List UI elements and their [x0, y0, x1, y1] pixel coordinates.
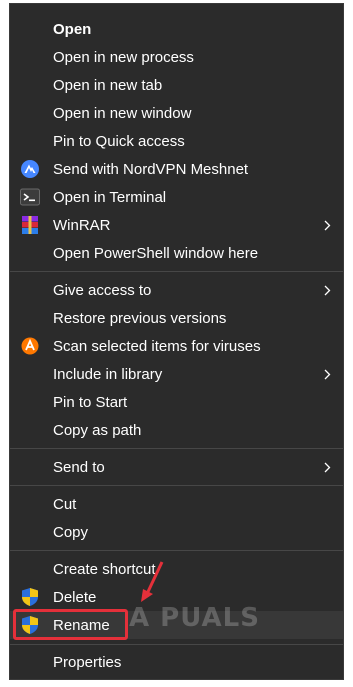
menu-item-pin-start[interactable]: Pin to Start — [10, 388, 343, 416]
menu-item-label: Restore previous versions — [53, 309, 227, 327]
menu-item-send-to[interactable]: Send to — [10, 453, 343, 481]
uac-shield-icon — [20, 587, 40, 607]
menu-item-label: Open in new process — [53, 48, 194, 66]
menu-item-open-powershell[interactable]: Open PowerShell window here — [10, 239, 343, 267]
menu-item-label: Pin to Quick access — [53, 132, 185, 150]
menu-item-label: Cut — [53, 495, 77, 513]
menu-item-label: Properties — [53, 653, 122, 671]
chevron-right-icon — [322, 368, 332, 380]
menu-item-open-new-tab[interactable]: Open in new tab — [10, 71, 343, 99]
menu-item-create-shortcut[interactable]: Create shortcut — [10, 555, 343, 583]
menu-item-label: Copy as path — [53, 421, 142, 439]
terminal-icon — [20, 187, 40, 207]
menu-item-winrar[interactable]: WinRAR — [10, 211, 343, 239]
rename-highlight-box — [13, 609, 128, 640]
menu-item-label: Copy — [53, 523, 89, 541]
menu-item-label: Pin to Start — [53, 393, 128, 411]
chevron-right-icon — [322, 219, 332, 231]
menu-item-open-terminal[interactable]: Open in Terminal — [10, 183, 343, 211]
menu-item-label: Open in new window — [53, 104, 192, 122]
menu-item-copy-as-path[interactable]: Copy as path — [10, 416, 343, 444]
menu-item-label: Send with NordVPN Meshnet — [53, 160, 249, 178]
menu-item-label: Include in library — [53, 365, 163, 383]
winrar-icon — [20, 215, 40, 235]
menu-item-copy[interactable]: Copy — [10, 518, 343, 546]
separator — [10, 448, 343, 449]
watermark-text: A PUALS — [129, 603, 260, 633]
chevron-right-icon — [322, 284, 332, 296]
nordvpn-icon — [20, 159, 40, 179]
separator — [10, 485, 343, 486]
menu-item-label: Scan selected items for viruses — [53, 337, 261, 355]
menu-item-label: Open in new tab — [53, 76, 163, 94]
context-menu: Open Open in new process Open in new tab… — [9, 3, 344, 680]
menu-item-label: Send to — [53, 458, 105, 476]
menu-item-label: Open in Terminal — [53, 188, 167, 206]
separator — [10, 271, 343, 272]
menu-item-properties[interactable]: Properties — [10, 648, 343, 676]
separator — [10, 644, 343, 645]
menu-item-include-library[interactable]: Include in library — [10, 360, 343, 388]
menu-item-restore-versions[interactable]: Restore previous versions — [10, 304, 343, 332]
menu-item-pin-quick-access[interactable]: Pin to Quick access — [10, 127, 343, 155]
separator — [10, 550, 343, 551]
menu-item-open-new-process[interactable]: Open in new process — [10, 43, 343, 71]
menu-item-label: WinRAR — [53, 216, 111, 234]
annotation-arrow-icon — [141, 561, 164, 602]
menu-item-open-new-window[interactable]: Open in new window — [10, 99, 343, 127]
menu-item-cut[interactable]: Cut — [10, 490, 343, 518]
menu-item-scan-viruses[interactable]: Scan selected items for viruses — [10, 332, 343, 360]
menu-item-send-nordvpn[interactable]: Send with NordVPN Meshnet — [10, 155, 343, 183]
chevron-right-icon — [322, 461, 332, 473]
menu-item-label: Give access to — [53, 281, 152, 299]
menu-item-open[interactable]: Open — [10, 15, 343, 43]
avast-icon — [20, 336, 40, 356]
menu-item-label: Open PowerShell window here — [53, 244, 259, 262]
menu-item-give-access[interactable]: Give access to — [10, 276, 343, 304]
watermark: A PUALS — [129, 603, 260, 633]
menu-item-label: Delete — [53, 588, 97, 606]
menu-item-label: Open — [53, 20, 92, 38]
